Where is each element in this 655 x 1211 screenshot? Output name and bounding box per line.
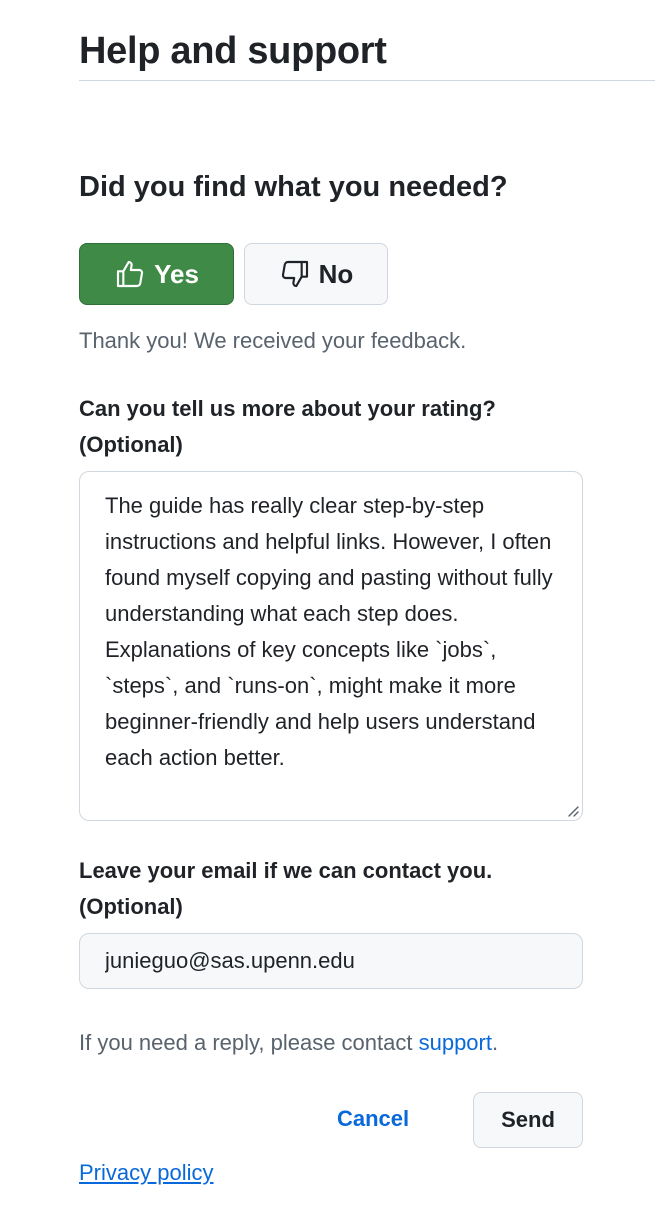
rating-field-label: Can you tell us more about your rating? …	[79, 391, 496, 463]
rating-label-text: Can you tell us more about your rating?	[79, 396, 496, 421]
page-title: Help and support	[79, 30, 387, 72]
thumbs-down-icon	[279, 258, 311, 290]
send-button[interactable]: Send	[473, 1092, 583, 1148]
thumbs-up-icon	[114, 258, 146, 290]
feedback-question: Did you find what you needed?	[79, 171, 508, 203]
email-optional-text: (Optional)	[79, 894, 183, 919]
reply-note: If you need a reply, please contact supp…	[79, 1028, 498, 1058]
reply-note-text: If you need a reply, please contact	[79, 1030, 419, 1055]
yes-button[interactable]: Yes	[79, 243, 234, 305]
vote-buttons: Yes No	[79, 243, 388, 305]
yes-label: Yes	[154, 258, 199, 289]
no-button[interactable]: No	[244, 243, 388, 305]
no-label: No	[318, 258, 354, 289]
rating-textarea[interactable]: The guide has really clear step-by-step …	[79, 471, 583, 821]
resize-handle-icon[interactable]	[565, 803, 579, 817]
email-label-text: Leave your email if we can contact you.	[79, 858, 493, 883]
reply-note-suffix: .	[491, 1030, 499, 1055]
support-link[interactable]: support	[419, 1030, 492, 1055]
email-field[interactable]	[79, 933, 583, 989]
title-divider	[79, 80, 655, 81]
privacy-policy-link[interactable]: Privacy policy	[79, 1158, 213, 1188]
cancel-button[interactable]: Cancel	[337, 1104, 409, 1134]
email-field-label: Leave your email if we can contact you. …	[79, 853, 492, 925]
rating-optional-text: (Optional)	[79, 432, 183, 457]
thanks-message: Thank you! We received your feedback.	[79, 328, 467, 353]
